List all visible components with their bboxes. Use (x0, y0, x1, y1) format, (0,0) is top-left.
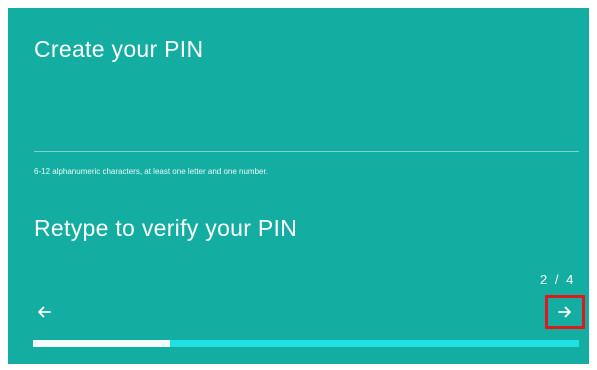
arrow-right-icon (558, 306, 571, 318)
pin-input[interactable] (34, 103, 579, 152)
progress-bar (33, 340, 579, 347)
progress-bar-fill (33, 340, 170, 347)
verify-pin-input[interactable] (34, 248, 579, 272)
page-indicator: 2 / 4 (540, 272, 576, 287)
page-title: Create your PIN (34, 36, 204, 62)
next-button[interactable] (545, 295, 585, 329)
pin-setup-panel: Create your PIN 6-12 alphanumeric charac… (8, 8, 589, 364)
back-button[interactable] (24, 295, 64, 329)
pin-requirements-hint: 6-12 alphanumeric characters, at least o… (34, 167, 268, 176)
verify-pin-title: Retype to verify your PIN (34, 215, 298, 241)
arrow-left-icon (38, 306, 51, 318)
